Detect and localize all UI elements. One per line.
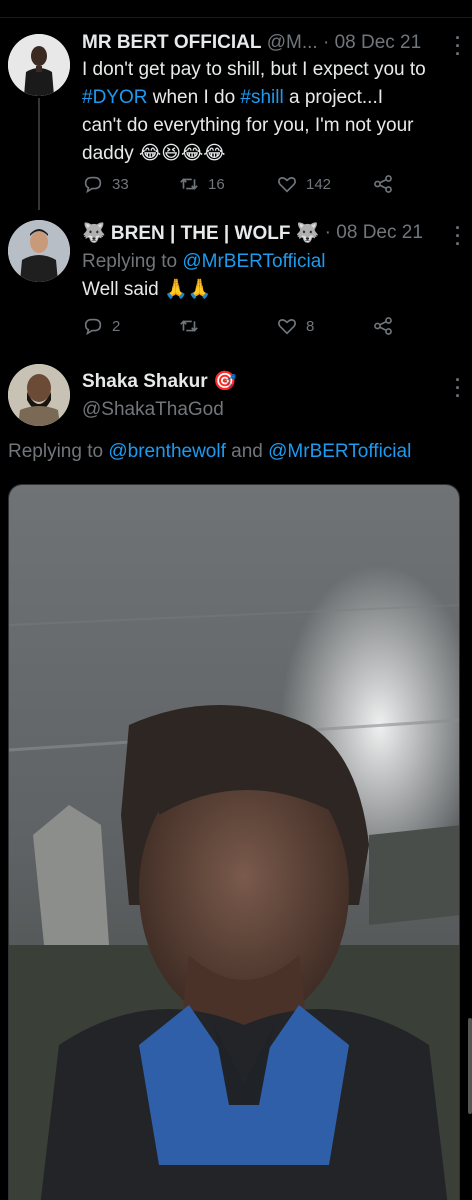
- retweet-icon: [180, 320, 198, 332]
- tweet-text: Replying to @MrBERTofficial Well said 🙏🙏: [82, 248, 460, 304]
- reply-count: 2: [112, 317, 121, 335]
- tweet-shaka[interactable]: Shaka Shakur 🎯 · · · @ShakaThaGod Replying…: [0, 362, 472, 472]
- retweet-button[interactable]: [178, 315, 208, 337]
- tweet-text: I don't get pay to shill, but I expect y…: [82, 56, 460, 168]
- action-bar: 2 8: [82, 314, 422, 338]
- mention-link[interactable]: @brenthewolf: [108, 441, 226, 462]
- username[interactable]: @M...: [267, 32, 318, 54]
- reply-icon: [84, 176, 102, 194]
- share-icon: [374, 317, 392, 335]
- hashtag-link[interactable]: #DYOR: [82, 87, 147, 108]
- tweet-photo[interactable]: [8, 484, 460, 1200]
- like-icon: [278, 177, 296, 193]
- tweet-text-fragment: when I do: [147, 87, 241, 108]
- replying-to: Replying to @MrBERTofficial: [82, 248, 460, 276]
- avatar[interactable]: [8, 34, 70, 96]
- share-icon: [374, 175, 392, 193]
- replying-and: and: [225, 441, 269, 462]
- share-button[interactable]: [372, 315, 402, 337]
- tweet-header: Shaka Shakur 🎯: [82, 368, 462, 394]
- reply-icon: [84, 318, 102, 336]
- retweet-icon: [180, 178, 198, 190]
- share-button[interactable]: [372, 173, 402, 195]
- retweet-button[interactable]: 16: [178, 173, 225, 195]
- tweet-line: Well said 🙏🙏: [82, 279, 212, 300]
- tweet-header: 🐺 BREN | THE | WOLF 🐺 · 08 Dec 21: [82, 220, 462, 246]
- tweet-date[interactable]: 08 Dec 21: [335, 32, 422, 54]
- mention-link[interactable]: @MrBERTofficial: [268, 441, 411, 462]
- avatar[interactable]: [8, 220, 70, 282]
- display-name[interactable]: 🐺 BREN | THE | WOLF 🐺: [82, 221, 319, 245]
- separator: ·: [324, 222, 331, 243]
- tweet-line: I don't get pay to shill, but I expect y…: [82, 59, 426, 80]
- display-name[interactable]: MR BERT OFFICIAL: [82, 32, 261, 54]
- hashtag-link[interactable]: #shill: [240, 87, 283, 108]
- separator: ·: [322, 32, 330, 53]
- tweet-header: MR BERT OFFICIAL @M... · 08 Dec 21: [82, 30, 462, 56]
- top-divider: [0, 0, 472, 18]
- like-button[interactable]: 8: [276, 315, 314, 337]
- tweet-bren[interactable]: 🐺 BREN | THE | WOLF 🐺 · 08 Dec 21 · · · Re…: [0, 219, 472, 350]
- reply-button[interactable]: 2: [82, 315, 120, 337]
- reply-button[interactable]: 33: [82, 173, 129, 195]
- more-icon[interactable]: · · ·: [454, 29, 461, 63]
- reply-count: 33: [112, 175, 129, 193]
- retweet-count: 16: [208, 175, 225, 193]
- more-icon[interactable]: · · ·: [454, 219, 461, 253]
- tweet-line: can't do everything for you, I'm not you…: [82, 115, 414, 136]
- username: @ShakaThaGod: [82, 396, 460, 424]
- like-button[interactable]: 142: [276, 173, 331, 195]
- replying-prefix: Replying to: [82, 251, 183, 272]
- tweet-line: daddy 😂😆😂😂: [82, 143, 226, 164]
- display-name[interactable]: Shaka Shakur 🎯: [82, 369, 237, 393]
- avatar[interactable]: [8, 364, 70, 426]
- like-icon: [278, 319, 296, 335]
- tweet-text-fragment: a project...I: [283, 87, 384, 108]
- tweet-line: #DYOR when I do #shill a project...I: [82, 84, 460, 112]
- scrollbar[interactable]: [468, 1018, 472, 1114]
- replying-prefix: Replying to: [8, 441, 109, 462]
- username-text[interactable]: @ShakaThaGod: [82, 399, 224, 420]
- tweet-mrbert[interactable]: MR BERT OFFICIAL @M... · 08 Dec 21 · · · I…: [0, 29, 472, 210]
- mention-link[interactable]: @MrBERTofficial: [182, 251, 325, 272]
- replying-to: Replying to @brenthewolf and @MrBERToffi…: [8, 438, 411, 466]
- like-count: 8: [306, 317, 315, 335]
- tweet-date[interactable]: 08 Dec 21: [336, 222, 423, 244]
- action-bar: 33 16 142: [82, 172, 422, 196]
- like-count: 142: [306, 175, 332, 193]
